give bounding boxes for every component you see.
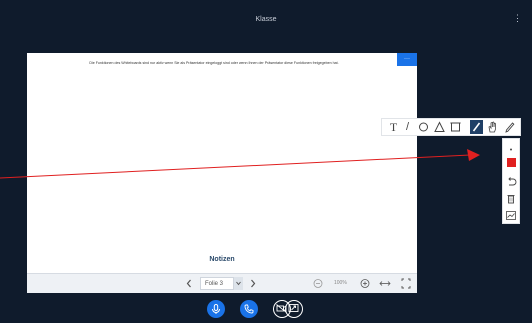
rectangle-icon bbox=[450, 122, 461, 132]
color-picker-button[interactable] bbox=[505, 157, 517, 168]
fullscreen-icon bbox=[401, 278, 411, 289]
marker-icon bbox=[505, 122, 515, 133]
microphone-button[interactable] bbox=[207, 300, 225, 318]
zoom-out-icon bbox=[313, 279, 323, 288]
multi-user-icon bbox=[506, 211, 516, 220]
annotation-arrowhead bbox=[467, 149, 480, 161]
hand-icon bbox=[488, 121, 496, 133]
slide-navigation-bar: Folie 3 100% bbox=[27, 273, 417, 293]
phone-button[interactable] bbox=[240, 300, 258, 318]
fit-width-button[interactable] bbox=[379, 274, 391, 293]
zoom-in-button[interactable] bbox=[360, 274, 370, 293]
ellipse-tool-button[interactable] bbox=[417, 120, 430, 134]
next-slide-button[interactable] bbox=[249, 274, 257, 293]
triangle-tool-button[interactable] bbox=[433, 120, 446, 134]
presentation-slide[interactable]: Die Funktionen des Whiteboards sind nur … bbox=[27, 53, 417, 273]
text-tool-button[interactable]: T bbox=[387, 120, 400, 134]
stroke-size-button[interactable] bbox=[505, 142, 517, 153]
phone-icon bbox=[244, 304, 254, 314]
triangle-icon bbox=[434, 121, 445, 132]
pencil-icon bbox=[472, 122, 481, 132]
line-tool-button[interactable]: / bbox=[401, 120, 414, 134]
marker-tool-button[interactable] bbox=[503, 120, 516, 134]
slide-select-dropdown[interactable] bbox=[234, 277, 243, 290]
notes-label: Notizen bbox=[209, 256, 235, 263]
chevron-down-icon bbox=[236, 281, 241, 286]
whiteboard-toolbar: T / bbox=[381, 118, 521, 136]
slide-options-button[interactable]: ··· bbox=[397, 53, 417, 66]
multi-user-button[interactable] bbox=[505, 208, 517, 220]
chevron-right-icon bbox=[251, 279, 256, 288]
microphone-icon bbox=[212, 304, 220, 314]
undo-icon bbox=[508, 177, 517, 186]
trash-icon bbox=[507, 195, 515, 204]
text-tool-icon: T bbox=[389, 120, 398, 134]
screen-share-icon bbox=[288, 304, 299, 312]
fit-width-icon bbox=[379, 281, 391, 286]
zoom-out-button[interactable] bbox=[313, 274, 323, 293]
fullscreen-button[interactable] bbox=[401, 274, 411, 293]
whiteboard-side-panel bbox=[502, 138, 520, 224]
slide-instruction-text: Die Funktionen des Whiteboards sind nur … bbox=[89, 61, 339, 65]
slide-select-value: Folie 3 bbox=[205, 281, 224, 287]
undo-button[interactable] bbox=[505, 174, 517, 186]
rectangle-tool-button[interactable] bbox=[449, 120, 462, 134]
zoom-in-icon bbox=[360, 279, 370, 288]
pencil-tool-button[interactable] bbox=[470, 120, 483, 134]
more-vertical-icon[interactable]: ⋮ bbox=[513, 13, 522, 23]
ellipse-icon bbox=[419, 122, 428, 132]
chevron-left-icon bbox=[186, 279, 191, 288]
color-swatch bbox=[506, 158, 516, 167]
stroke-size-icon bbox=[510, 148, 512, 151]
delete-button[interactable] bbox=[505, 191, 517, 204]
pan-tool-button[interactable] bbox=[486, 120, 499, 134]
line-tool-icon: / bbox=[405, 121, 410, 133]
previous-slide-button[interactable] bbox=[185, 274, 193, 293]
zoom-value: 100% bbox=[334, 280, 347, 286]
screen-share-button[interactable] bbox=[285, 300, 303, 318]
room-title: Klasse bbox=[255, 16, 277, 23]
slide-select[interactable]: Folie 3 bbox=[200, 277, 234, 290]
